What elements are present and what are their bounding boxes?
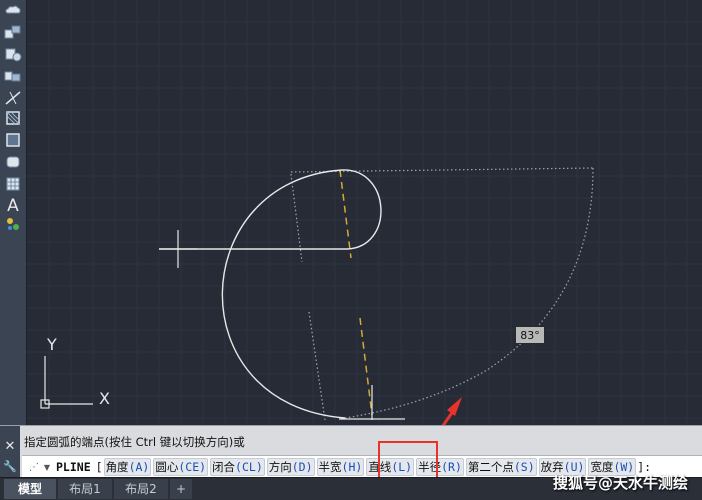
dotted-guides xyxy=(290,167,594,421)
draw-toolbar: A xyxy=(0,0,27,425)
chevron-down-icon[interactable]: ▼ xyxy=(42,463,52,472)
upper-dashed-guide xyxy=(339,169,352,259)
lower-dashed-guide xyxy=(359,317,373,416)
tab-layout2[interactable]: 布局2 xyxy=(114,479,168,499)
command-prompt-icon: ⋰ xyxy=(29,461,39,473)
hatch-icon[interactable] xyxy=(2,88,24,107)
option-label: 第二个点 xyxy=(467,460,514,474)
option-key: (S) xyxy=(513,460,535,474)
option-key: (D) xyxy=(291,460,313,474)
angle-tooltip: 83° xyxy=(515,326,545,344)
endpoint-cursor xyxy=(339,385,405,420)
option-label: 圆心 xyxy=(155,460,179,474)
pline-small-arc[interactable] xyxy=(341,169,382,250)
option-label: 半宽 xyxy=(318,460,342,474)
option-label: 角度 xyxy=(105,460,129,474)
table-icon[interactable] xyxy=(2,152,24,171)
arc-preview-guide xyxy=(344,167,594,419)
ucs-x-label: X xyxy=(99,389,110,408)
grid xyxy=(27,0,702,425)
drawing-svg: Y X xyxy=(27,0,702,425)
option-key: (R) xyxy=(441,460,462,474)
command-history-line: 指定圆弧的端点(按住 Ctrl 键以切换方向)或 xyxy=(24,435,245,449)
pline-shape[interactable] xyxy=(159,169,382,419)
gradient-icon[interactable] xyxy=(2,108,24,127)
option-direction[interactable]: 方向(D) xyxy=(266,458,315,476)
option-key: (A) xyxy=(128,460,150,474)
lower-vertical-guide xyxy=(308,311,326,421)
autocad-window: A Y X 83° ✕ 🔧 指定圆弧的端点(按住 Ctrl 键以切换方向)或 ⋰… xyxy=(0,0,702,500)
line-erase-icon[interactable] xyxy=(2,66,24,85)
drawing-canvas[interactable]: Y X 83° xyxy=(27,0,702,425)
open-bracket: [ xyxy=(95,460,103,474)
option-halfwidth[interactable]: 半宽(H) xyxy=(316,458,365,476)
option-center[interactable]: 圆心(CE) xyxy=(153,458,209,476)
watermark-text: 搜狐号@天水牛测绘 xyxy=(552,474,688,492)
tab-model[interactable]: 模型 xyxy=(4,479,56,499)
option-label: 方向 xyxy=(268,460,292,474)
ucs-y-label: Y xyxy=(46,335,57,354)
tab-layout1[interactable]: 布局1 xyxy=(58,479,112,499)
add-selected-icon[interactable] xyxy=(2,214,24,233)
table-grid-icon[interactable] xyxy=(2,174,24,193)
option-key: (CE) xyxy=(178,460,207,474)
option-angle[interactable]: 角度(A) xyxy=(103,458,152,476)
dashed-guides xyxy=(339,169,373,416)
close-icon[interactable]: ✕ xyxy=(2,439,18,455)
option-close[interactable]: 闭合(CL) xyxy=(210,458,265,476)
add-layout-button[interactable]: + xyxy=(170,479,192,499)
option-key: (H) xyxy=(341,460,363,474)
command-name: PLINE xyxy=(56,460,91,474)
block-insert-icon[interactable] xyxy=(2,22,24,41)
option-label: 闭合 xyxy=(212,460,236,474)
command-line-sidebar: ✕ 🔧 xyxy=(0,426,20,478)
cloud-icon[interactable] xyxy=(2,0,24,19)
pline-large-arc[interactable] xyxy=(221,169,346,419)
command-line-panel: ✕ 🔧 指定圆弧的端点(按住 Ctrl 键以切换方向)或 ⋰ ▼ PLINE [… xyxy=(0,425,702,478)
region-icon[interactable] xyxy=(2,130,24,149)
multiline-text-icon[interactable]: A xyxy=(2,196,24,216)
crosshair-cursor xyxy=(159,230,197,268)
option-second-point[interactable]: 第二个点(S) xyxy=(465,458,537,476)
wrench-icon[interactable]: 🔧 xyxy=(2,459,18,475)
red-arrow-annotation xyxy=(441,397,462,425)
option-key: (CL) xyxy=(235,460,263,474)
block-make-icon[interactable] xyxy=(2,44,24,63)
